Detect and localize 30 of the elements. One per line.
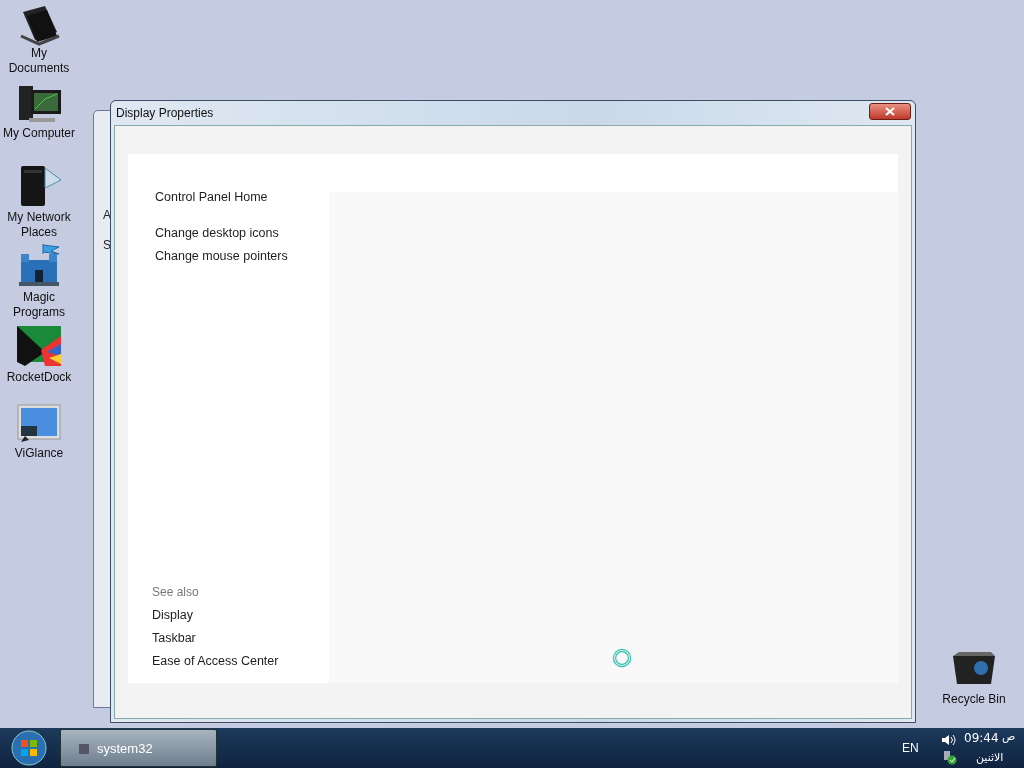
desktop-icon-label[interactable]: ViGlance	[0, 446, 78, 461]
close-icon	[885, 106, 895, 116]
sidebar-link[interactable]: Change desktop icons	[128, 222, 329, 245]
close-button[interactable]	[869, 102, 911, 120]
windows-logo-icon	[11, 730, 47, 766]
see-also-heading: See also	[151, 584, 200, 601]
speaker-icon[interactable]	[941, 734, 957, 746]
loading-spinner-icon	[612, 648, 632, 668]
desktop-icon-label[interactable]: RocketDock	[0, 370, 78, 385]
see-also-link[interactable]: Ease of Access Center	[128, 650, 329, 673]
sidebar-link[interactable]: Change mouse pointers	[128, 245, 329, 268]
clock-period[interactable]: ص	[1002, 730, 1016, 743]
window-text: S	[103, 238, 111, 252]
window-text: A	[103, 208, 111, 222]
desktop-icon-label[interactable]: My Network Places	[0, 210, 78, 240]
see-also-link[interactable]: Taskbar	[128, 627, 329, 650]
desktop-icon-label[interactable]: Recycle Bin	[935, 692, 1013, 707]
desktop-icon-label[interactable]: Magic Programs	[0, 290, 78, 320]
clock-time[interactable]: 09:44	[964, 731, 999, 745]
see-also-link[interactable]: Display	[128, 604, 329, 627]
clock-day[interactable]: الاثنين	[976, 751, 1004, 764]
window-title: Display Properties	[116, 106, 214, 120]
start-button[interactable]	[10, 729, 48, 767]
desktop-icon-label[interactable]: My Computer	[0, 126, 78, 141]
sidebar-link[interactable]: Control Panel Home	[128, 186, 329, 209]
language-indicator[interactable]: EN	[902, 741, 919, 755]
trash-bin-icon	[951, 650, 997, 686]
usb-shield-icon[interactable]	[942, 750, 957, 765]
folder-icon	[77, 741, 91, 755]
desktop-icon-label[interactable]: My Documents	[0, 46, 78, 76]
